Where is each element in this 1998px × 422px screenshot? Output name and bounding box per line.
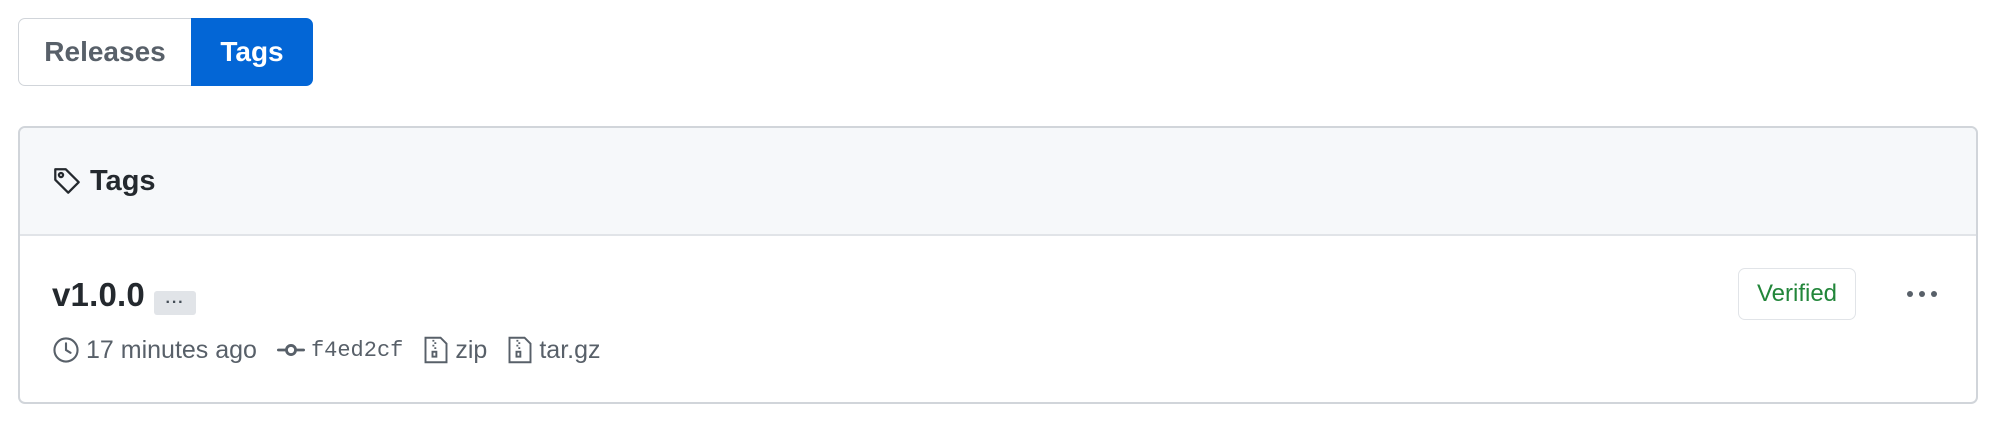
releases-tab[interactable]: Releases <box>18 18 191 86</box>
tag-row: v1.0.0 ··· 17 minutes ago f4ed2cf zip ta… <box>20 236 1976 402</box>
hidden-text-expander[interactable]: ··· <box>154 291 196 315</box>
release-tag-toggle: Releases Tags <box>18 18 313 86</box>
tag-name-link[interactable]: v1.0.0 <box>52 276 145 314</box>
file-zip-icon <box>423 336 449 364</box>
zip-link[interactable]: zip <box>455 336 487 365</box>
tag-zip-download[interactable]: zip <box>423 336 487 365</box>
commit-sha-link[interactable]: f4ed2cf <box>311 338 403 363</box>
tag-time: 17 minutes ago <box>52 336 257 365</box>
tags-panel-title: Tags <box>90 164 156 197</box>
file-zip-icon <box>507 336 533 364</box>
targz-link[interactable]: tar.gz <box>539 336 600 365</box>
tags-tab[interactable]: Tags <box>191 18 313 86</box>
tags-panel: Tags v1.0.0 ··· 17 minutes ago f4ed2cf z… <box>18 126 1978 404</box>
tag-targz-download[interactable]: tar.gz <box>507 336 601 365</box>
tag-icon <box>52 166 82 196</box>
tag-time-text: 17 minutes ago <box>86 335 257 364</box>
clock-icon <box>52 336 80 364</box>
kebab-menu-button[interactable] <box>1900 278 1944 312</box>
commit-icon <box>276 336 305 364</box>
verified-badge[interactable]: Verified <box>1738 268 1856 320</box>
tags-panel-header: Tags <box>20 128 1976 236</box>
tag-commit[interactable]: f4ed2cf <box>276 336 403 364</box>
tag-meta: 17 minutes ago f4ed2cf zip tar.gz <box>52 333 621 367</box>
kebab-horizontal-icon <box>1906 286 1938 304</box>
